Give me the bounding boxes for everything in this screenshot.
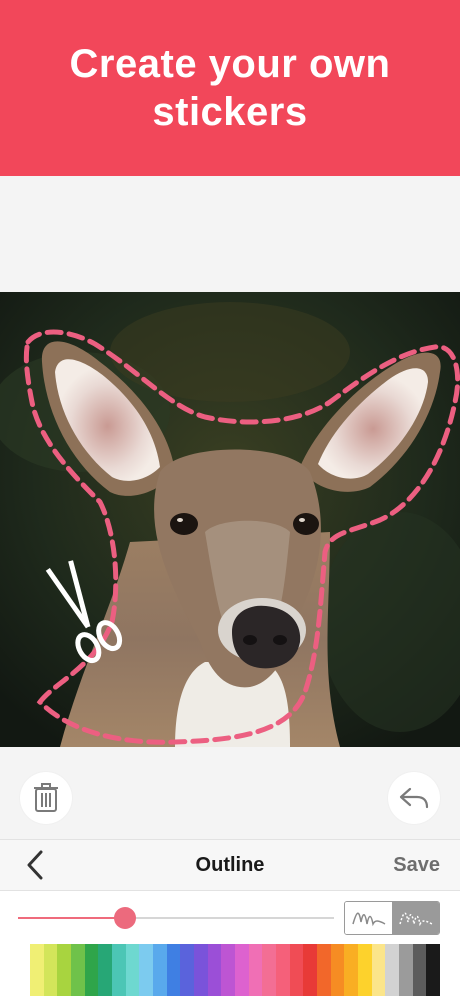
slider-thumb[interactable] <box>114 907 137 929</box>
color-palette <box>30 944 441 996</box>
color-swatch[interactable] <box>426 944 441 996</box>
scribble-dashed-icon <box>398 912 432 927</box>
color-swatch[interactable] <box>71 944 85 996</box>
color-swatch[interactable] <box>125 944 140 996</box>
color-swatch[interactable] <box>235 944 249 996</box>
color-swatch[interactable] <box>112 944 126 996</box>
color-swatch[interactable] <box>289 944 304 996</box>
promo-banner: Create your own stickers <box>0 0 460 176</box>
outline-style-toggle <box>344 901 440 935</box>
color-swatch[interactable] <box>344 944 359 996</box>
color-swatch[interactable] <box>262 944 277 996</box>
color-swatch[interactable] <box>194 944 208 996</box>
color-swatch[interactable] <box>221 944 236 996</box>
color-swatch[interactable] <box>98 944 113 996</box>
color-swatch[interactable] <box>330 944 345 996</box>
color-swatch[interactable] <box>84 944 99 996</box>
delete-button[interactable] <box>20 772 72 824</box>
save-button[interactable]: Save <box>393 854 440 877</box>
color-swatch[interactable] <box>153 944 167 996</box>
slider-fill <box>18 917 126 919</box>
color-swatch[interactable] <box>385 944 400 996</box>
canvas-padding <box>0 176 460 292</box>
color-swatch[interactable] <box>412 944 427 996</box>
sticker-canvas[interactable] <box>0 292 460 747</box>
color-swatch[interactable] <box>43 944 58 996</box>
color-swatch[interactable] <box>207 944 222 996</box>
nav-title: Outline <box>195 854 265 876</box>
color-swatch[interactable] <box>276 944 290 996</box>
outline-nav-bar: Outline Save <box>0 839 460 891</box>
banner-title: Create your own stickers <box>69 42 391 134</box>
style-dashed-option[interactable] <box>392 902 439 934</box>
color-swatch[interactable] <box>303 944 318 996</box>
color-swatch[interactable] <box>248 944 263 996</box>
color-swatch[interactable] <box>180 944 195 996</box>
undo-button[interactable] <box>388 772 440 824</box>
color-swatch[interactable] <box>358 944 372 996</box>
deer-photo <box>0 292 460 747</box>
undo-icon <box>399 787 429 809</box>
color-swatch[interactable] <box>399 944 413 996</box>
color-swatch[interactable] <box>166 944 181 996</box>
style-solid-option[interactable] <box>345 902 392 934</box>
color-swatch[interactable] <box>371 944 386 996</box>
color-swatch[interactable] <box>317 944 331 996</box>
thickness-slider[interactable] <box>18 907 334 929</box>
color-swatch[interactable] <box>139 944 154 996</box>
outline-controls <box>0 891 460 996</box>
color-swatch[interactable] <box>30 944 44 996</box>
edit-tools-bar <box>0 747 460 839</box>
trash-icon <box>34 783 58 812</box>
color-swatch[interactable] <box>57 944 72 996</box>
scribble-solid-icon <box>351 912 385 927</box>
